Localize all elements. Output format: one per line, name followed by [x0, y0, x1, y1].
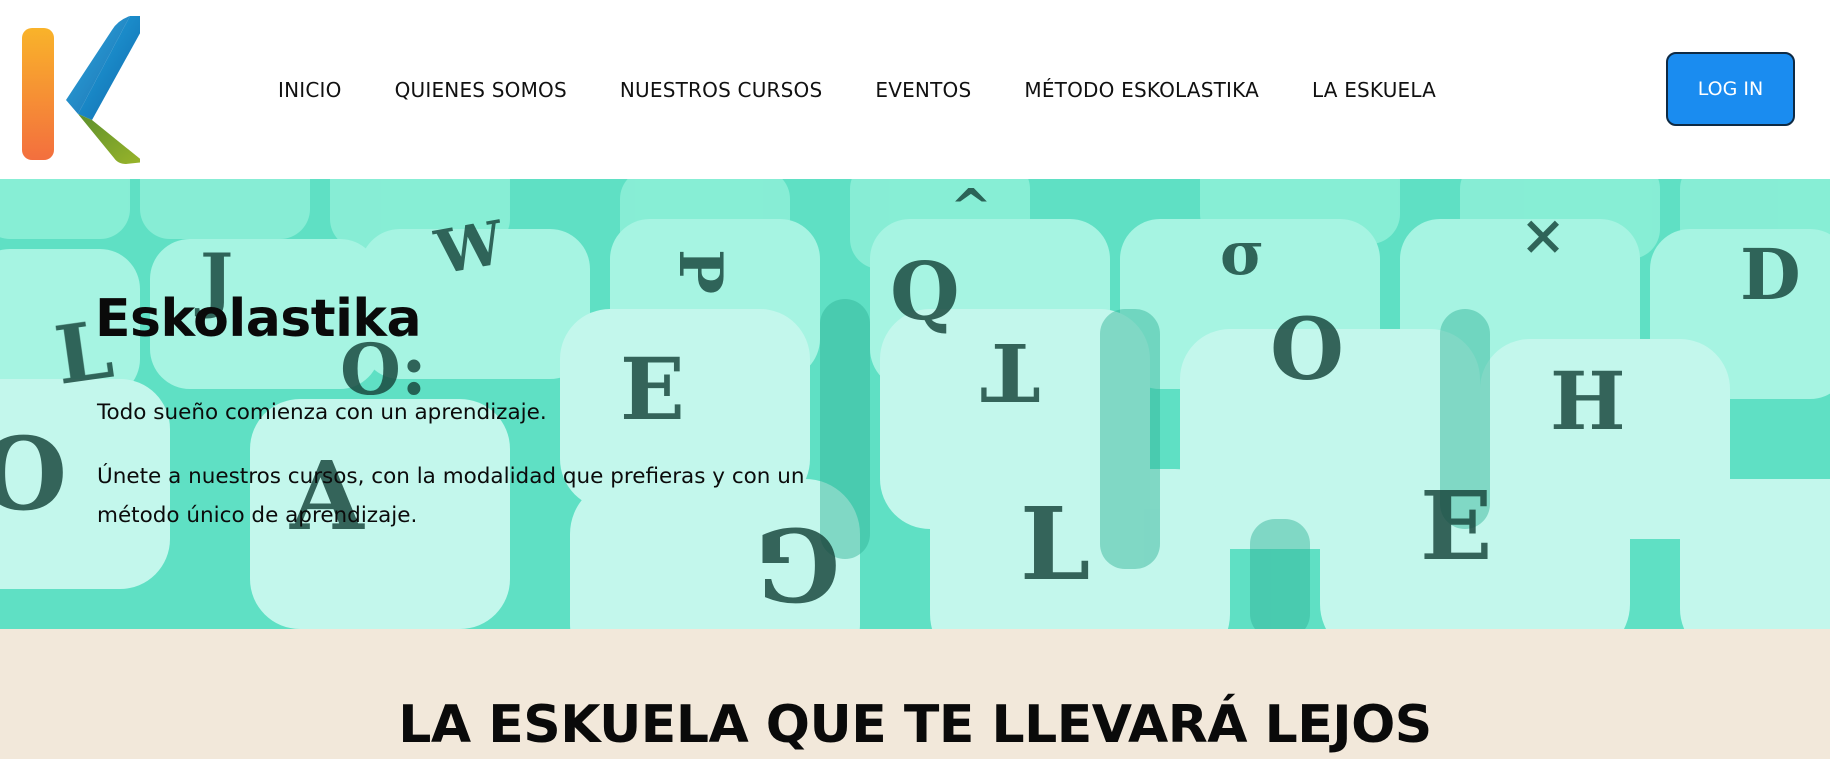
nav-item-eventos[interactable]: EVENTOS — [875, 78, 971, 102]
svg-text:O: O — [0, 415, 67, 533]
svg-text:^: ^ — [950, 179, 992, 236]
svg-text:L: L — [1020, 485, 1090, 603]
nav-item-quienes-somos[interactable]: QUIENES SOMOS — [395, 78, 567, 102]
hero-tagline: Todo sueño comienza con un aprendizaje. — [97, 400, 547, 425]
main-nav: INICIO QUIENES SOMOS NUESTROS CURSOS EVE… — [278, 0, 1436, 179]
login-button[interactable]: LOG IN — [1666, 52, 1795, 126]
hero-description: Únete a nuestros cursos, con la modalida… — [97, 464, 805, 528]
eskolastika-logo-icon[interactable] — [20, 14, 140, 164]
nav-item-nuestros-cursos[interactable]: NUESTROS CURSOS — [620, 78, 822, 102]
school-section: LA ESKUELA QUE TE LLEVARÁ LEJOS — [0, 629, 1830, 759]
svg-text:D: D — [1740, 233, 1801, 316]
svg-text:O: O — [1270, 300, 1344, 400]
svg-text:Q: Q — [890, 244, 960, 338]
svg-text:E: E — [1420, 471, 1492, 582]
svg-text:σ: σ — [1220, 219, 1264, 289]
svg-text:H: H — [1550, 354, 1626, 448]
svg-text:W: W — [429, 208, 510, 289]
section-title: LA ESKUELA QUE TE LLEVARÁ LEJOS — [398, 695, 1432, 755]
nav-item-inicio[interactable]: INICIO — [278, 78, 342, 102]
nav-item-metodo-eskolastika[interactable]: MÉTODO ESKOLASTIKA — [1024, 78, 1259, 102]
svg-text:P: P — [665, 249, 735, 294]
svg-text:T: T — [980, 325, 1040, 419]
svg-text:×: × — [1520, 202, 1566, 267]
svg-text:E: E — [620, 340, 685, 440]
nav-item-la-eskuela[interactable]: LA ESKUELA — [1312, 78, 1436, 102]
hero-banner: J W P ^ Q σ × D L O: E T O H A G L E O E… — [0, 179, 1830, 629]
hero-title: Eskolastika — [95, 289, 422, 349]
site-header: INICIO QUIENES SOMOS NUESTROS CURSOS EVE… — [0, 0, 1830, 179]
